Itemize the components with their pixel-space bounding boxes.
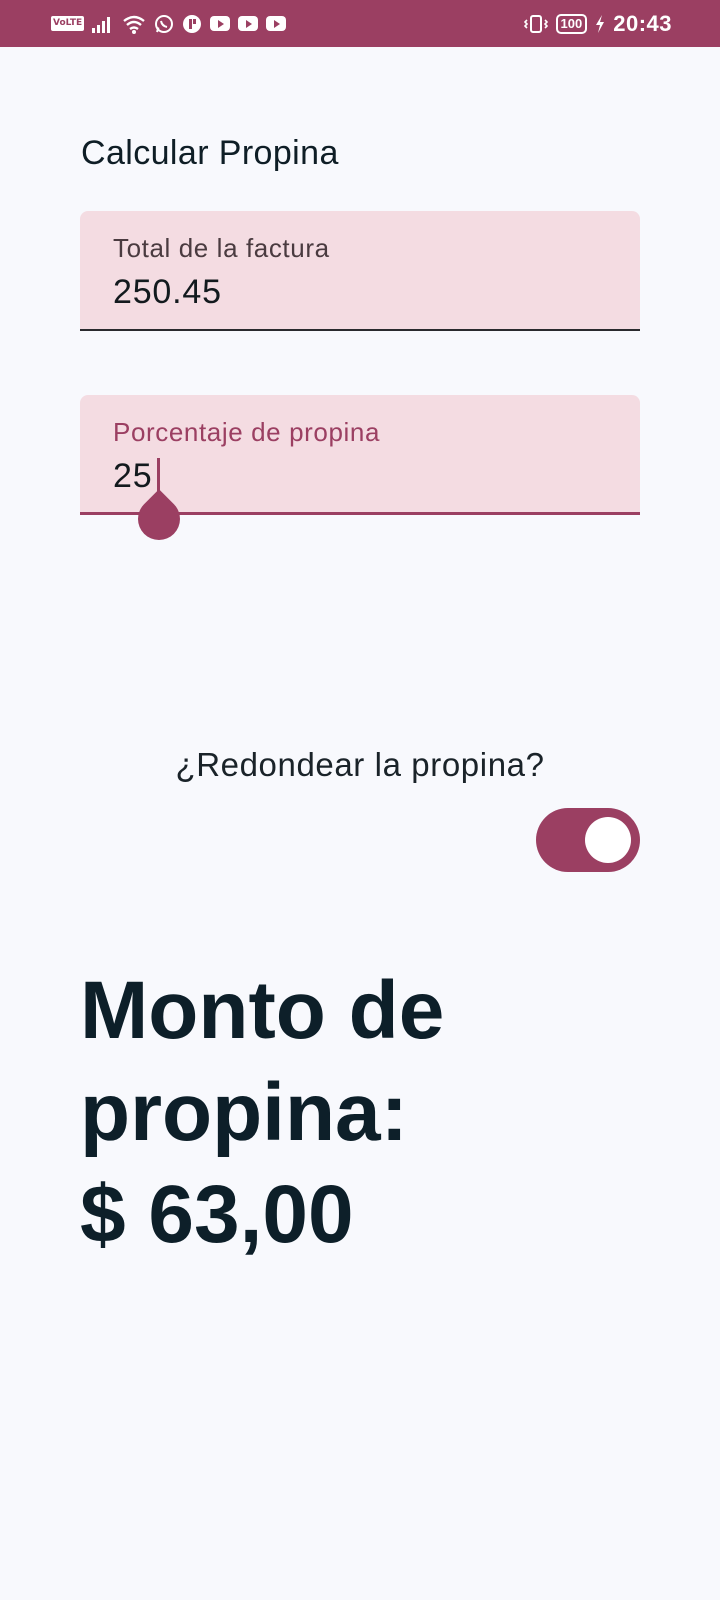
youtube-icon [238,16,259,31]
charging-icon [595,14,605,34]
result-line-2: propina: [80,1067,408,1158]
bill-total-value[interactable]: 250.45 [113,273,222,312]
round-tip-switch[interactable] [536,808,640,872]
tip-amount-result: Monto de propina: $ 63,00 [80,960,660,1266]
switch-thumb [585,817,631,863]
signal-icon [92,15,114,33]
status-time: 20:43 [613,10,672,36]
tip-amount-value: $ 63,00 [80,1169,354,1260]
battery-icon: 100 [555,13,588,34]
result-line-1: Monto de [80,965,445,1056]
whatsapp-icon [154,14,174,34]
app-icon [182,14,202,34]
tip-percentage-label: Porcentaje de propina [113,417,381,447]
round-tip-label: ¿Redondear la propina? [175,746,545,783]
youtube-icon [210,16,231,31]
volte-badge: VoLTE [51,16,85,31]
status-bar: VoLTE 100 20:43 [0,0,720,47]
bill-total-field[interactable]: Total de la factura 250.45 [80,211,640,331]
page-title: Calcular Propina [81,134,339,172]
status-bar-left: VoLTE [51,14,287,34]
wifi-icon [122,14,146,34]
tip-percentage-value[interactable]: 25 [113,457,152,496]
status-bar-right: 100 20:43 [523,10,672,37]
bill-total-label: Total de la factura [113,233,330,263]
vibrate-icon [523,14,548,34]
youtube-icon [266,16,287,31]
